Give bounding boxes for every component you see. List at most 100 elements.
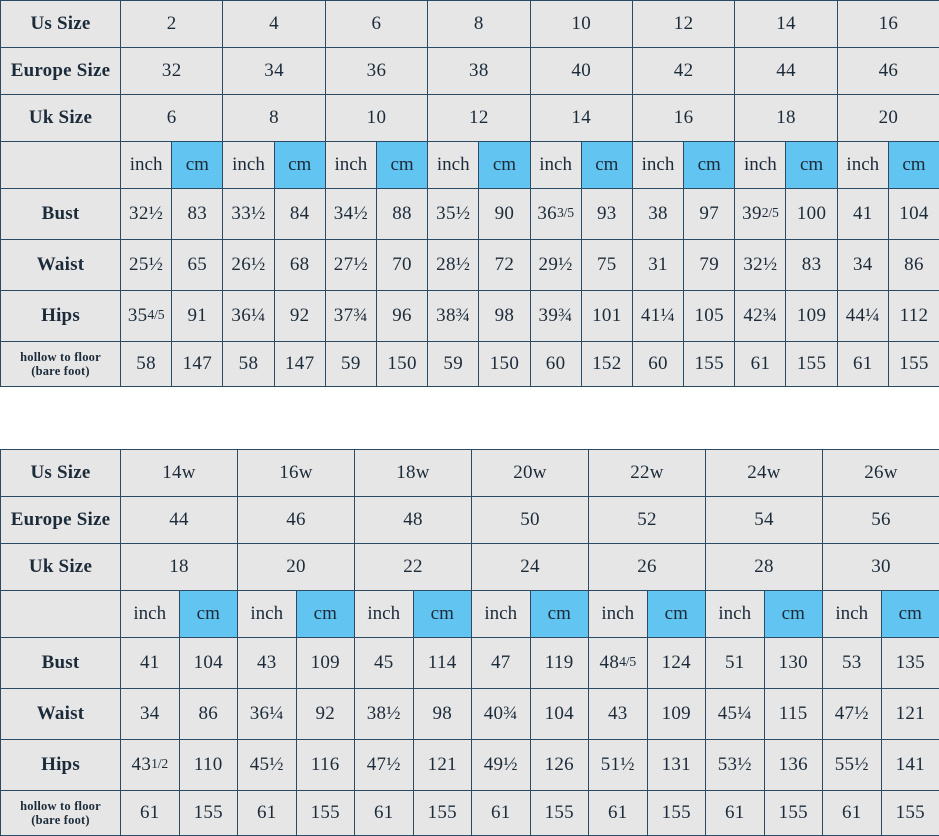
- measurement-cell-bust-inch: 32½: [121, 189, 172, 240]
- row-label-waist: Waist: [1, 240, 121, 291]
- row-label-waist: Waist: [1, 689, 121, 740]
- unit-header-inch: inch: [706, 591, 765, 638]
- measurement-cell-hollow-cm: 155: [764, 791, 823, 836]
- measurement-cell-hollow-cm: 155: [647, 791, 706, 836]
- table-row-europe-size: Europe Size 3234363840424446: [1, 48, 939, 95]
- unit-header-inch: inch: [325, 142, 376, 189]
- size-chart-container: Us Size 246810121416 Europe Size 3234363…: [0, 0, 939, 836]
- size-value-cell: 44: [735, 48, 837, 95]
- measurement-cell-hips-inch: 49½: [472, 740, 531, 791]
- hollow-label-line1: hollow to floor: [20, 799, 101, 813]
- size-value-cell: 10: [325, 95, 427, 142]
- measurement-cell-hips-cm: 101: [581, 291, 632, 342]
- measurement-cell-bust-inch: 34½: [325, 189, 376, 240]
- measurement-cell-bust-cm: 114: [413, 638, 472, 689]
- size-value-cell: 16: [837, 1, 939, 48]
- measurement-cell-bust-inch: 33½: [223, 189, 274, 240]
- measurement-cell-waist-inch: 28½: [428, 240, 479, 291]
- measurement-cell-hollow-cm: 147: [172, 342, 223, 387]
- standard-size-table: Us Size 246810121416 Europe Size 3234363…: [0, 0, 939, 387]
- size-value-cell: 18w: [355, 450, 472, 497]
- measurement-cell-hollow-cm: 155: [684, 342, 735, 387]
- table-gap-divider: [0, 387, 939, 449]
- size-value-cell: 56: [823, 497, 939, 544]
- size-value-cell: 10: [530, 1, 632, 48]
- row-label-hollow-to-floor: hollow to floor (bare foot): [1, 791, 121, 836]
- measurement-cell-hollow-cm: 150: [376, 342, 427, 387]
- row-label-us-size: Us Size: [1, 1, 121, 48]
- measurement-cell-waist-inch: 47½: [823, 689, 882, 740]
- measurement-cell-waist-cm: 83: [786, 240, 837, 291]
- size-value-cell: 8: [428, 1, 530, 48]
- measurement-cell-waist-inch: 34: [837, 240, 888, 291]
- size-value-cell: 38: [428, 48, 530, 95]
- measurement-cell-bust-cm: 93: [581, 189, 632, 240]
- size-value-cell: 16: [632, 95, 734, 142]
- hollow-label-line1: hollow to floor: [20, 350, 101, 364]
- measurement-cell-waist-cm: 70: [376, 240, 427, 291]
- unit-header-cm: cm: [413, 591, 472, 638]
- row-label-hollow-to-floor: hollow to floor (bare foot): [1, 342, 121, 387]
- table-row-bust: Bust 41104431094511447119484/51245113053…: [1, 638, 939, 689]
- measurement-cell-hips-inch: 38¾: [428, 291, 479, 342]
- measurement-cell-bust-cm: 97: [684, 189, 735, 240]
- measurement-cell-bust-cm: 90: [479, 189, 530, 240]
- measurement-cell-hollow-inch: 59: [428, 342, 479, 387]
- measurement-cell-bust-cm: 104: [179, 638, 238, 689]
- table-row-hollow-to-floor: hollow to floor (bare foot) 611556115561…: [1, 791, 939, 836]
- measurement-cell-hollow-cm: 147: [274, 342, 325, 387]
- row-label-uk-size: Uk Size: [1, 95, 121, 142]
- size-value-cell: 24w: [706, 450, 823, 497]
- measurement-cell-hollow-cm: 155: [530, 791, 589, 836]
- measurement-cell-waist-inch: 36¼: [238, 689, 297, 740]
- measurement-cell-hollow-inch: 61: [837, 342, 888, 387]
- table-row-bust: Bust 32½8333½8434½8835½90363/5933897392/…: [1, 189, 939, 240]
- measurement-cell-bust-cm: 88: [376, 189, 427, 240]
- measurement-cell-bust-inch: 41: [837, 189, 888, 240]
- unit-header-inch: inch: [530, 142, 581, 189]
- size-value-cell: 26: [589, 544, 706, 591]
- measurement-cell-waist-cm: 92: [296, 689, 355, 740]
- table-row-hips: Hips 431/211045½11647½12149½12651½13153½…: [1, 740, 939, 791]
- unit-header-inch: inch: [837, 142, 888, 189]
- measurement-cell-bust-inch: 43: [238, 638, 297, 689]
- size-value-cell: 50: [472, 497, 589, 544]
- table-row-units: inchcminchcminchcminchcminchcminchcminch…: [1, 142, 939, 189]
- size-value-cell: 32: [121, 48, 223, 95]
- measurement-cell-waist-cm: 86: [888, 240, 939, 291]
- size-value-cell: 46: [837, 48, 939, 95]
- size-value-cell: 22: [355, 544, 472, 591]
- size-value-cell: 24: [472, 544, 589, 591]
- size-value-cell: 12: [632, 1, 734, 48]
- measurement-cell-hollow-inch: 58: [121, 342, 172, 387]
- measurement-cell-bust-inch: 47: [472, 638, 531, 689]
- measurement-cell-hips-inch: 47½: [355, 740, 414, 791]
- measurement-cell-bust-cm: 104: [888, 189, 939, 240]
- measurement-cell-hollow-cm: 152: [581, 342, 632, 387]
- measurement-cell-hips-inch: 55½: [823, 740, 882, 791]
- plus-size-table: Us Size 14w16w18w20w22w24w26w Europe Siz…: [0, 449, 939, 836]
- row-label-us-size: Us Size: [1, 450, 121, 497]
- measurement-cell-hollow-inch: 59: [325, 342, 376, 387]
- measurement-cell-hollow-inch: 61: [823, 791, 882, 836]
- unit-header-cm: cm: [581, 142, 632, 189]
- size-value-cell: 2: [121, 1, 223, 48]
- measurement-cell-waist-inch: 25½: [121, 240, 172, 291]
- measurement-cell-bust-cm: 119: [530, 638, 589, 689]
- measurement-cell-hollow-inch: 61: [589, 791, 648, 836]
- size-value-cell: 28: [706, 544, 823, 591]
- measurement-cell-hips-inch: 431/2: [121, 740, 180, 791]
- row-label-bust: Bust: [1, 638, 121, 689]
- measurement-cell-waist-cm: 115: [764, 689, 823, 740]
- measurement-cell-bust-inch: 41: [121, 638, 180, 689]
- measurement-cell-waist-inch: 26½: [223, 240, 274, 291]
- measurement-cell-bust-inch: 35½: [428, 189, 479, 240]
- measurement-cell-hollow-cm: 155: [888, 342, 939, 387]
- measurement-cell-waist-inch: 31: [632, 240, 683, 291]
- unit-header-cm: cm: [786, 142, 837, 189]
- measurement-cell-hips-inch: 53½: [706, 740, 765, 791]
- unit-header-cm: cm: [764, 591, 823, 638]
- size-value-cell: 36: [325, 48, 427, 95]
- size-value-cell: 46: [238, 497, 355, 544]
- measurement-cell-waist-inch: 38½: [355, 689, 414, 740]
